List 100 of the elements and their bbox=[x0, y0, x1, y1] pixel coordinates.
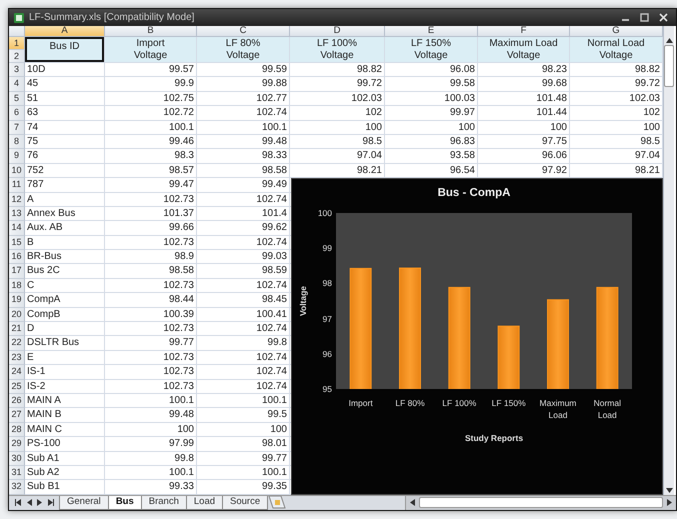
row-number[interactable]: 4 bbox=[9, 77, 25, 92]
table-cell[interactable]: 10D bbox=[25, 63, 105, 78]
row-number[interactable]: 19 bbox=[9, 293, 25, 308]
table-cell[interactable]: 97.75 bbox=[478, 134, 570, 150]
table-cell[interactable]: 102.74 bbox=[197, 365, 290, 380]
table-cell[interactable]: 102.74 bbox=[197, 350, 290, 366]
table-cell[interactable]: IS-1 bbox=[25, 365, 105, 380]
table-cell[interactable]: 102.74 bbox=[197, 380, 290, 394]
table-cell[interactable]: Aux. AB bbox=[25, 221, 105, 236]
up-arrow-icon[interactable] bbox=[666, 38, 672, 43]
row-number[interactable]: 24 bbox=[9, 365, 25, 380]
header-cell[interactable]: Maximum Load Voltage bbox=[478, 37, 570, 63]
row-number[interactable]: 32 bbox=[9, 480, 25, 495]
table-cell[interactable]: 98.58 bbox=[105, 264, 197, 279]
row-number[interactable]: 17 bbox=[9, 264, 25, 279]
table-cell[interactable]: 99.88 bbox=[197, 77, 290, 92]
table-cell[interactable]: 99.47 bbox=[105, 178, 197, 193]
row-number[interactable]: 20 bbox=[9, 308, 25, 322]
table-cell[interactable]: 98.58 bbox=[197, 164, 290, 178]
row-number[interactable]: 12 bbox=[9, 192, 25, 207]
table-cell[interactable]: 100 bbox=[478, 120, 570, 135]
table-cell[interactable]: 102.73 bbox=[105, 278, 197, 294]
table-cell[interactable]: Sub A2 bbox=[25, 466, 105, 480]
row-number[interactable]: 26 bbox=[9, 394, 25, 408]
table-cell[interactable]: 51 bbox=[25, 92, 105, 106]
table-cell[interactable]: C bbox=[25, 278, 105, 294]
table-cell[interactable]: 98.44 bbox=[105, 293, 197, 308]
table-cell[interactable]: 74 bbox=[25, 120, 105, 135]
row-number[interactable]: 30 bbox=[9, 452, 25, 466]
column-header[interactable]: G bbox=[570, 26, 663, 37]
table-cell[interactable]: 45 bbox=[25, 77, 105, 92]
table-cell[interactable]: 99.48 bbox=[197, 134, 290, 150]
table-cell[interactable]: 102.73 bbox=[105, 365, 197, 380]
header-cell[interactable]: LF 100% Voltage bbox=[290, 37, 385, 63]
table-cell[interactable]: 99.77 bbox=[197, 452, 290, 466]
row-number[interactable]: 8 bbox=[9, 134, 25, 150]
table-cell[interactable]: 98.57 bbox=[105, 164, 197, 178]
table-cell[interactable]: Sub A1 bbox=[25, 452, 105, 466]
row-number[interactable]: 21 bbox=[9, 322, 25, 336]
table-cell[interactable]: DSLTR Bus bbox=[25, 336, 105, 351]
table-cell[interactable]: 100.41 bbox=[197, 308, 290, 322]
row-number[interactable]: 25 bbox=[9, 380, 25, 394]
column-header[interactable]: C bbox=[197, 26, 290, 37]
table-cell[interactable]: 99.57 bbox=[105, 63, 197, 78]
last-sheet-icon[interactable] bbox=[48, 499, 54, 506]
table-cell[interactable]: 99.97 bbox=[385, 106, 478, 121]
row-number[interactable]: 13 bbox=[9, 206, 25, 222]
table-cell[interactable]: 99.66 bbox=[105, 221, 197, 236]
table-cell[interactable]: 99.49 bbox=[197, 178, 290, 193]
table-cell[interactable]: 99.58 bbox=[385, 77, 478, 92]
table-cell[interactable]: 63 bbox=[25, 106, 105, 121]
row-number[interactable]: 6 bbox=[9, 106, 25, 121]
table-cell[interactable]: 99.5 bbox=[197, 408, 290, 423]
table-cell[interactable]: 102.73 bbox=[105, 380, 197, 394]
header-cell[interactable]: Bus ID bbox=[25, 37, 105, 63]
table-cell[interactable]: 100 bbox=[197, 422, 290, 438]
table-cell[interactable]: 97.99 bbox=[105, 437, 197, 452]
row-number[interactable]: 28 bbox=[9, 422, 25, 438]
table-cell[interactable]: D bbox=[25, 322, 105, 336]
table-cell[interactable]: 101.37 bbox=[105, 206, 197, 222]
table-cell[interactable]: A bbox=[25, 192, 105, 207]
row-number[interactable]: 23 bbox=[9, 350, 25, 366]
table-cell[interactable]: 102.74 bbox=[197, 106, 290, 121]
row-number[interactable]: 15 bbox=[9, 236, 25, 250]
new-sheet-icon[interactable] bbox=[268, 496, 286, 509]
header-cell[interactable]: Import Voltage bbox=[105, 37, 197, 63]
table-cell[interactable]: 99.46 bbox=[105, 134, 197, 150]
first-sheet-icon[interactable] bbox=[15, 499, 21, 506]
table-cell[interactable]: BR-Bus bbox=[25, 250, 105, 264]
row-number[interactable]: 9 bbox=[9, 149, 25, 164]
table-cell[interactable]: 98.5 bbox=[290, 134, 385, 150]
table-cell[interactable]: 100.1 bbox=[105, 120, 197, 135]
table-cell[interactable]: 98.45 bbox=[197, 293, 290, 308]
table-cell[interactable]: 99.77 bbox=[105, 336, 197, 351]
table-cell[interactable]: 98.82 bbox=[290, 63, 385, 78]
table-cell[interactable]: 100 bbox=[105, 422, 197, 438]
row-number[interactable]: 22 bbox=[9, 336, 25, 351]
table-cell[interactable]: 99.8 bbox=[197, 336, 290, 351]
table-cell[interactable]: MAIN A bbox=[25, 394, 105, 408]
table-cell[interactable]: 102.73 bbox=[105, 322, 197, 336]
table-cell[interactable]: IS-2 bbox=[25, 380, 105, 394]
table-cell[interactable]: MAIN B bbox=[25, 408, 105, 423]
header-cell[interactable]: LF 80% Voltage bbox=[197, 37, 290, 63]
table-cell[interactable]: 99.48 bbox=[105, 408, 197, 423]
table-cell[interactable]: 99.03 bbox=[197, 250, 290, 264]
header-cell[interactable]: Normal Load Voltage bbox=[570, 37, 663, 63]
table-cell[interactable]: 98.9 bbox=[105, 250, 197, 264]
sheet-tab[interactable]: Bus bbox=[108, 496, 142, 510]
table-cell[interactable]: 99.8 bbox=[105, 452, 197, 466]
row-number[interactable]: 7 bbox=[9, 120, 25, 135]
row-number[interactable]: 3 bbox=[9, 63, 25, 78]
column-header[interactable]: D bbox=[290, 26, 385, 37]
maximize-icon[interactable] bbox=[640, 13, 649, 22]
table-cell[interactable]: 102.74 bbox=[197, 236, 290, 250]
column-header[interactable]: A bbox=[25, 26, 105, 37]
table-cell[interactable]: 100.1 bbox=[197, 466, 290, 480]
table-cell[interactable]: 96.06 bbox=[478, 149, 570, 164]
down-arrow-icon[interactable] bbox=[666, 488, 672, 493]
table-cell[interactable]: 100.1 bbox=[105, 394, 197, 408]
table-cell[interactable]: 102.74 bbox=[197, 278, 290, 294]
